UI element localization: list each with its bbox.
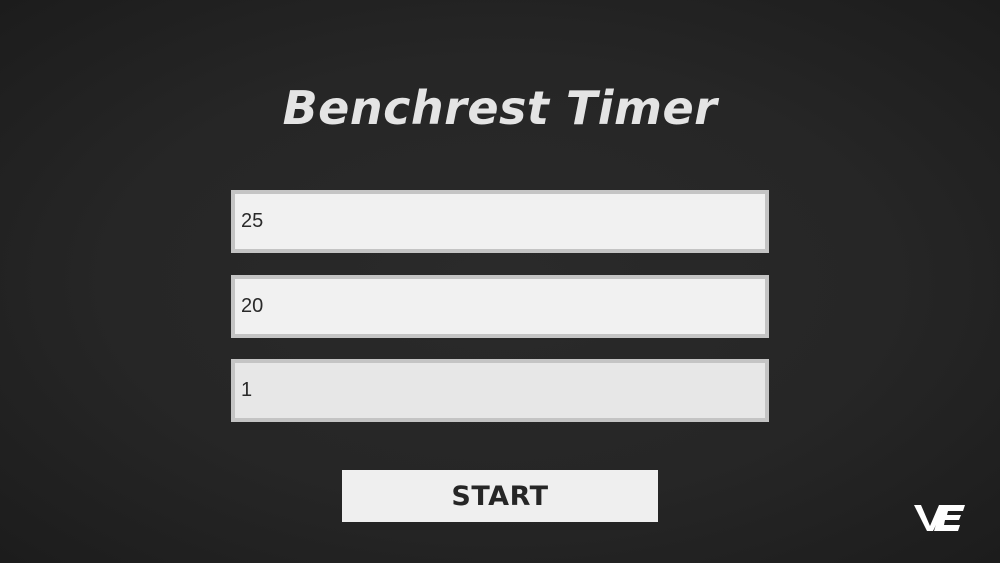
ve-logo-icon bbox=[914, 505, 965, 531]
start-button[interactable]: START bbox=[342, 470, 658, 522]
first-value-input[interactable] bbox=[231, 190, 769, 253]
second-value-input[interactable] bbox=[231, 275, 769, 338]
third-value-input[interactable] bbox=[231, 359, 769, 422]
page-title: Benchrest Timer bbox=[282, 81, 718, 135]
